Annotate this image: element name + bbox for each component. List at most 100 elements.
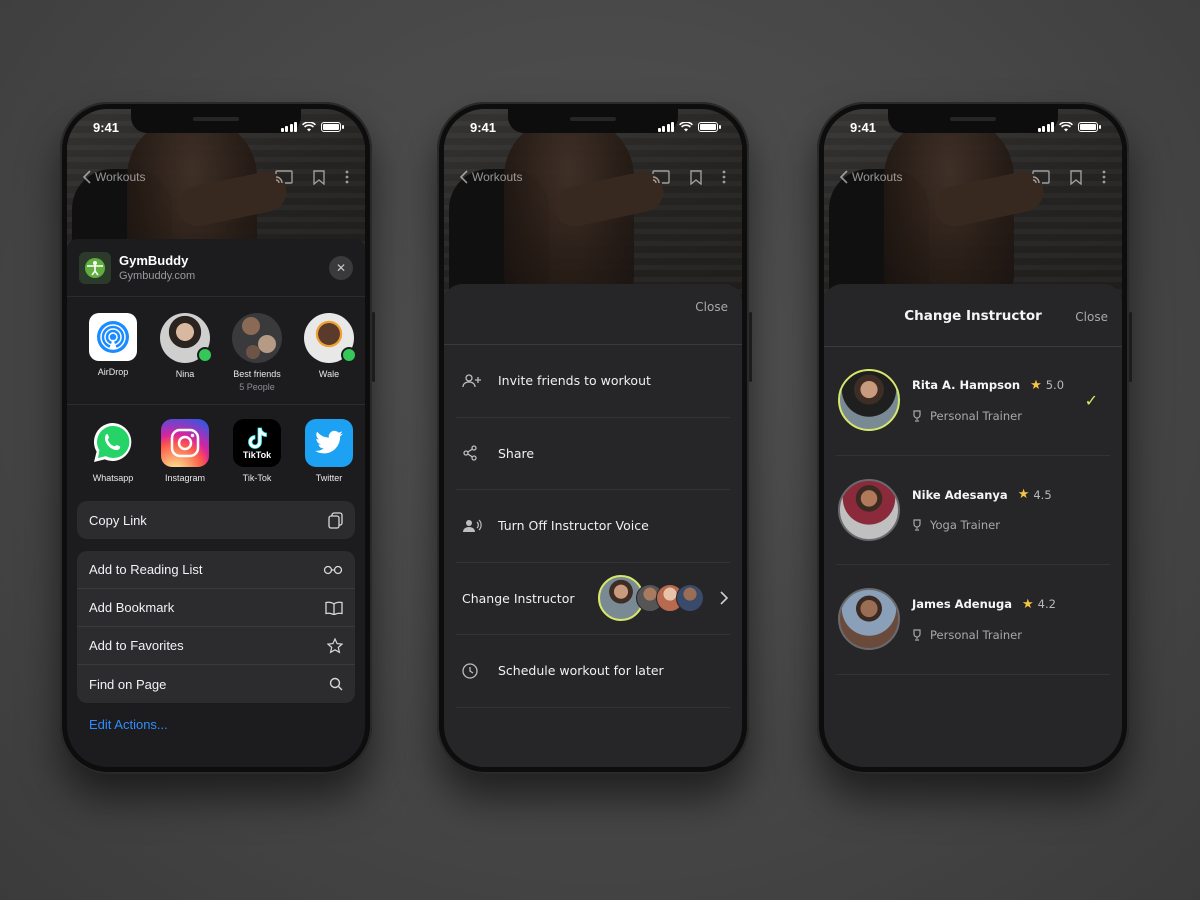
- close-button[interactable]: Close: [1075, 310, 1108, 324]
- instructor-row[interactable]: Rita A. Hampson ★ 5.0 Personal Trainer ✓: [836, 346, 1110, 456]
- avatar: [838, 588, 900, 651]
- app-instagram[interactable]: Instagram: [149, 419, 221, 501]
- battery-icon: [1078, 122, 1101, 132]
- instructor-rating: 4.5: [1033, 487, 1052, 502]
- more-vertical-icon[interactable]: [722, 170, 726, 184]
- contact-airdrop[interactable]: AirDrop: [77, 313, 149, 392]
- bookmark-icon[interactable]: [313, 169, 325, 185]
- menu-item-invite[interactable]: Invite friends to workout: [456, 345, 730, 418]
- instructor-rating: 5.0: [1045, 378, 1065, 393]
- copy-icon: [328, 511, 343, 529]
- back-button[interactable]: Workouts: [460, 170, 522, 184]
- contact-best-friends[interactable]: Best friends 5 People: [221, 313, 293, 392]
- check-icon: ✓: [1084, 390, 1098, 410]
- nav-bar: Workouts: [824, 165, 1122, 189]
- contact-nina[interactable]: Nina: [149, 313, 221, 392]
- whatsapp-icon: [89, 419, 137, 467]
- share-header: GymBuddy Gymbuddy.com ✕: [67, 239, 365, 297]
- app-tiktok[interactable]: TikTok Tik-Tok: [221, 419, 293, 501]
- star-icon: ★: [1030, 377, 1042, 393]
- contact-sub: 5 People: [239, 382, 275, 392]
- share-app-name: GymBuddy: [119, 253, 189, 268]
- menu-item-instructor-voice[interactable]: Turn Off Instructor Voice: [456, 490, 730, 563]
- clock-icon: [462, 663, 478, 679]
- voice-icon: [463, 519, 482, 532]
- avatar: [676, 584, 705, 613]
- bookmark-icon[interactable]: [1070, 169, 1082, 185]
- instructor-name: Nike Adesanya: [912, 487, 1008, 502]
- avatar: [838, 369, 900, 432]
- add-user-icon: [462, 374, 481, 387]
- close-icon: ✕: [335, 260, 347, 275]
- instructor-role: Personal Trainer: [930, 627, 1022, 642]
- nav-bar: Workouts: [444, 165, 742, 189]
- screen: 9:41 Workouts Close Invite friends to wo…: [444, 109, 742, 767]
- side-button: [372, 312, 375, 382]
- copy-link-button[interactable]: Copy Link: [77, 501, 355, 539]
- contact-name: AirDrop: [97, 367, 129, 377]
- contact-name: Nina: [175, 369, 195, 379]
- action-label: Find on Page: [89, 676, 167, 692]
- chevron-left-icon: [83, 170, 91, 184]
- wifi-icon: [1059, 122, 1073, 132]
- phone-change-instructor: 9:41 Workouts Change Instructor Close Ri…: [817, 102, 1132, 774]
- more-vertical-icon[interactable]: [345, 170, 349, 184]
- status-bar: 9:41: [824, 109, 1122, 145]
- instructor-row[interactable]: Nike Adesanya ★ 4.5 Yoga Trainer: [836, 456, 1110, 565]
- instructor-row[interactable]: James Adenuga ★ 4.2 Personal Trainer: [836, 565, 1110, 675]
- glasses-icon: [323, 565, 343, 574]
- app-name: Tik-Tok: [242, 473, 272, 483]
- screen: 9:41 Workouts GymBuddy Gymbuddy.com ✕ Ai…: [67, 109, 365, 767]
- options-sheet: Close Invite friends to workout Share Tu…: [444, 284, 742, 767]
- menu-item-share[interactable]: Share: [456, 418, 730, 490]
- actions-group: Add to Reading List Add Bookmark Add to …: [77, 551, 355, 703]
- cast-icon[interactable]: [1032, 170, 1050, 184]
- avatar: [838, 478, 900, 541]
- edit-actions-link[interactable]: Edit Actions...: [89, 717, 365, 732]
- tiktok-icon: TikTok: [233, 419, 281, 467]
- back-label: Workouts: [95, 170, 146, 184]
- more-vertical-icon[interactable]: [1102, 170, 1106, 184]
- app-whatsapp[interactable]: Whatsapp: [77, 419, 149, 501]
- message-icon: [197, 347, 213, 363]
- app-twitter[interactable]: Twitter: [293, 419, 365, 501]
- close-button[interactable]: Close: [695, 300, 728, 314]
- menu-label: Share: [498, 445, 535, 461]
- battery-icon: [321, 122, 344, 132]
- bookmark-icon[interactable]: [690, 169, 702, 185]
- menu-item-change-instructor[interactable]: Change Instructor: [456, 563, 730, 635]
- status-time: 9:41: [850, 119, 877, 135]
- airdrop-icon: [89, 313, 137, 361]
- side-button: [749, 312, 752, 382]
- menu-item-schedule[interactable]: Schedule workout for later: [456, 635, 730, 708]
- app-name: Twitter: [315, 473, 343, 483]
- menu-label: Change Instructor: [462, 590, 575, 606]
- action-find-on-page[interactable]: Find on Page: [77, 665, 355, 703]
- contact-wale[interactable]: Wale: [293, 313, 365, 392]
- cast-icon[interactable]: [652, 170, 670, 184]
- action-reading-list[interactable]: Add to Reading List: [77, 551, 355, 589]
- share-sheet: GymBuddy Gymbuddy.com ✕ AirDrop Nina Bes…: [67, 239, 365, 767]
- book-icon: [325, 601, 343, 615]
- action-add-bookmark[interactable]: Add Bookmark: [77, 589, 355, 627]
- back-button[interactable]: Workouts: [83, 170, 145, 184]
- instructor-name: Rita A. Hampson: [912, 378, 1021, 393]
- avatar: [304, 313, 357, 363]
- battery-icon: [698, 122, 721, 132]
- instructor-role: Yoga Trainer: [930, 518, 1000, 533]
- search-icon: [329, 677, 343, 691]
- instructor-list: Rita A. Hampson ★5.0 Personal Trainer ✓: [836, 346, 1110, 675]
- status-time: 9:41: [93, 119, 120, 135]
- cast-icon[interactable]: [275, 170, 293, 184]
- close-button[interactable]: ✕: [329, 255, 353, 280]
- back-button[interactable]: Workouts: [840, 170, 902, 184]
- action-add-favorites[interactable]: Add to Favorites: [77, 627, 355, 665]
- chevron-left-icon: [840, 170, 848, 184]
- share-icon: [463, 445, 477, 461]
- menu-label: Schedule workout for later: [498, 663, 664, 679]
- contact-name: Best friends: [233, 369, 281, 379]
- status-time: 9:41: [470, 119, 497, 135]
- options-menu: Invite friends to workout Share Turn Off…: [456, 345, 730, 708]
- copy-link-label: Copy Link: [89, 512, 147, 528]
- share-app-url: Gymbuddy.com: [119, 270, 196, 282]
